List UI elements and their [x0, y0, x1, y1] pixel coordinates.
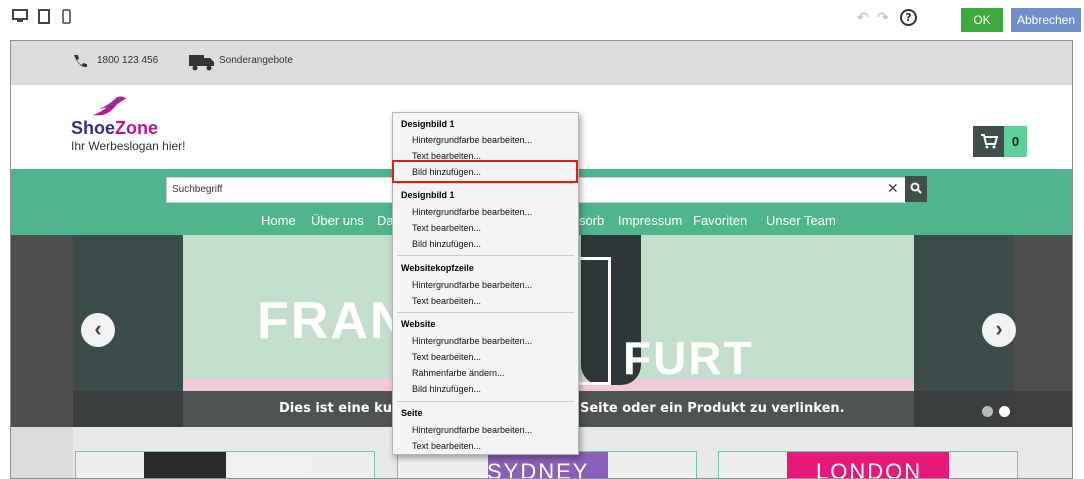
ctx-section-title: Designbild 1 [401, 190, 455, 200]
ctx-item-bg-color[interactable]: Hintergrundfarbe bearbeiten... [412, 336, 532, 346]
slide-dot-1[interactable] [982, 406, 993, 417]
ctx-item-bg-color[interactable]: Hintergrundfarbe bearbeiten... [412, 280, 532, 290]
logo-text[interactable]: ShoeZone [71, 118, 158, 139]
phone-number: 1800 123 456 [97, 55, 159, 66]
slide-dot-2[interactable] [999, 406, 1010, 417]
next-slide-button[interactable]: › [982, 313, 1016, 347]
search-button[interactable] [905, 176, 927, 202]
topbar: 1800 123 456 Sonderangebote [11, 41, 1072, 85]
help-icon[interactable]: ? [900, 9, 917, 26]
ctx-item-bg-color[interactable]: Hintergrundfarbe bearbeiten... [412, 207, 532, 217]
clear-icon[interactable]: ✕ [887, 181, 899, 197]
cancel-button[interactable]: Abbrechen [1011, 8, 1081, 32]
truck-icon [189, 55, 214, 71]
ok-button[interactable]: OK [961, 8, 1003, 32]
cart-icon[interactable] [973, 126, 1004, 157]
ctx-item-bg-color[interactable]: Hintergrundfarbe bearbeiten... [412, 135, 532, 145]
ctx-separator [397, 312, 574, 313]
ctx-section-title: Websitekopfzeile [401, 263, 474, 273]
highlight-box [392, 160, 578, 183]
undo-icon[interactable]: ↶ [857, 10, 869, 26]
ctx-separator [397, 255, 574, 256]
ctx-section-title: Seite [401, 408, 423, 418]
nav-item-home[interactable]: Home [261, 213, 296, 228]
shoe-logo-icon [93, 96, 127, 116]
search-icon [910, 182, 922, 194]
desktop-icon[interactable] [12, 9, 28, 23]
card-label-london: LONDON [816, 459, 923, 479]
nav-item-cart[interactable]: sorb [579, 213, 604, 228]
nav-item-favorites[interactable]: Favoriten [693, 213, 747, 228]
card-label-sydney: SYDNEY [487, 459, 590, 479]
caption-text-left: Dies ist eine kurz [279, 401, 407, 416]
ctx-item-bg-color[interactable]: Hintergrundfarbe bearbeiten... [412, 425, 532, 435]
ctx-separator [397, 401, 574, 402]
ctx-item-border-color[interactable]: Rahmenfarbe ändern... [412, 368, 505, 378]
hero-text-right: FURT [623, 332, 754, 384]
ctx-item-edit-text[interactable]: Text bearbeiten... [412, 223, 481, 233]
editor-toolbar: ↶ ↷ ? OK Abbrechen [0, 0, 1084, 38]
redo-icon[interactable]: ↷ [877, 10, 889, 26]
nav-item-imprint[interactable]: Impressum [618, 213, 682, 228]
ctx-item-edit-text[interactable]: Text bearbeiten... [412, 441, 481, 451]
tablet-icon[interactable] [38, 9, 50, 24]
ctx-section-title: Website [401, 319, 436, 329]
ctx-item-edit-text[interactable]: Text bearbeiten... [412, 352, 481, 362]
ctx-item-add-image[interactable]: Bild hinzufügen... [412, 384, 481, 394]
ctx-section-title: Designbild 1 [401, 119, 455, 129]
hero-text-left: FRAN [257, 292, 410, 350]
slogan: Ihr Werbeslogan hier! [71, 139, 186, 153]
mobile-icon[interactable] [62, 9, 71, 24]
ctx-separator [397, 183, 574, 184]
caption-text-right: Seite oder ein Produkt zu verlinken. [580, 401, 845, 416]
ctx-item-add-image[interactable]: Bild hinzufügen... [412, 239, 481, 249]
special-offers-link[interactable]: Sonderangebote [219, 55, 293, 66]
cart-widget[interactable]: 0 [973, 126, 1027, 157]
phone-icon [74, 55, 87, 68]
nav-item-about[interactable]: Über uns [311, 213, 364, 228]
teaser-card-1[interactable] [75, 451, 375, 478]
ctx-item-edit-text[interactable]: Text bearbeiten... [412, 296, 481, 306]
cart-count: 0 [1004, 126, 1027, 157]
prev-slide-button[interactable]: ‹ [81, 313, 115, 347]
nav-item-team[interactable]: Unser Team [766, 213, 836, 228]
